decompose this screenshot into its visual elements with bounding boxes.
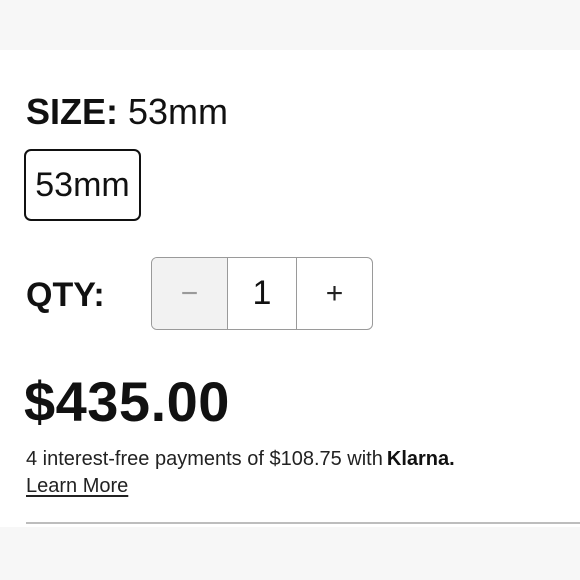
decrement-button[interactable]: −	[152, 258, 228, 329]
installment-text: 4 interest-free payments of $108.75 with	[26, 448, 383, 470]
product-options-panel: SIZE: 53mm 53mm QTY: − 1 + $435.00 4 inte…	[0, 50, 580, 527]
size-option-53mm[interactable]: 53mm	[24, 149, 141, 221]
learn-more-link[interactable]: Learn More	[26, 473, 128, 499]
quantity-label: QTY:	[26, 276, 105, 314]
quantity-stepper: − 1 +	[151, 257, 373, 330]
selected-size-value: 53mm	[128, 91, 229, 132]
divider	[26, 522, 580, 524]
size-label: SIZE:	[26, 91, 119, 132]
plus-icon: +	[325, 276, 344, 310]
size-heading: SIZE: 53mm	[26, 90, 228, 134]
quantity-value[interactable]: 1	[228, 258, 297, 329]
product-price: $435.00	[24, 370, 230, 433]
klarna-logo: Klarna.	[386, 448, 455, 470]
increment-button[interactable]: +	[297, 258, 372, 329]
installment-message: 4 interest-free payments of $108.75 with…	[26, 446, 455, 472]
minus-icon: −	[180, 276, 199, 310]
